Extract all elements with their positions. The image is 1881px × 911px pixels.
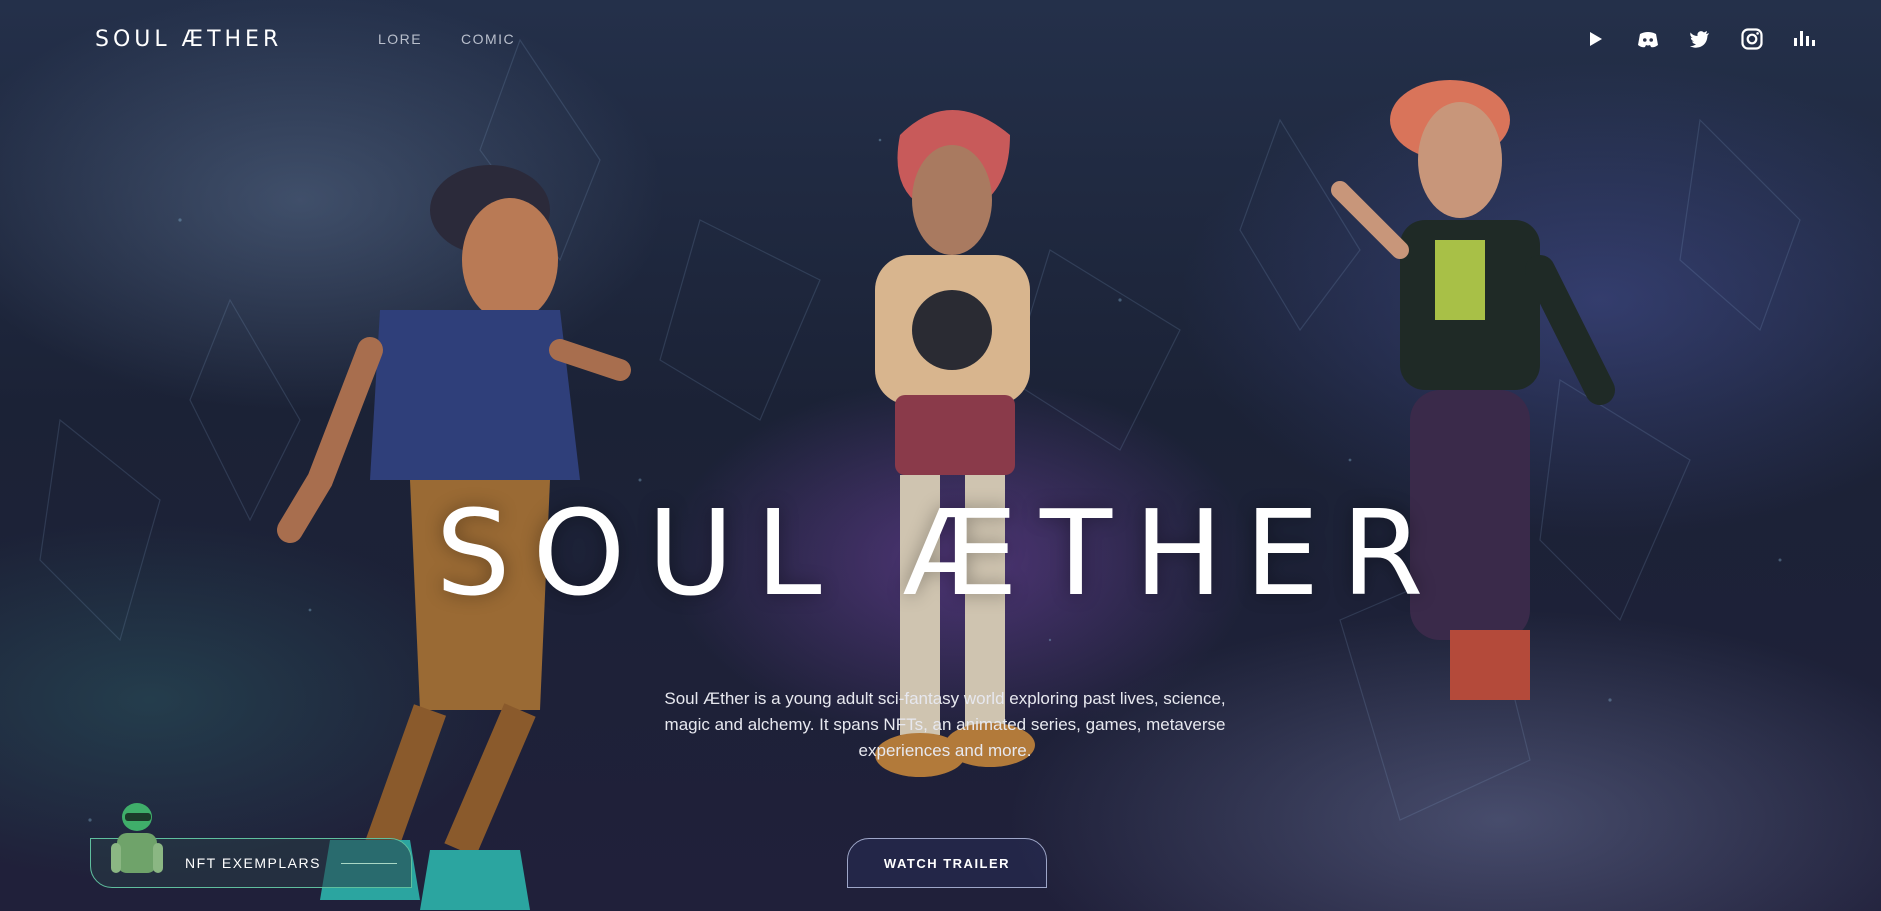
audio-bars-icon[interactable] (1791, 26, 1817, 52)
hero-description: Soul Æther is a young adult sci-fantasy … (664, 689, 1226, 760)
character-right (1331, 80, 1615, 700)
nav-comic-link[interactable]: COMIC (461, 31, 515, 47)
discord-icon[interactable] (1635, 26, 1661, 52)
nft-exemplars-button[interactable]: NFT EXEMPLARS (90, 803, 412, 888)
instagram-icon[interactable] (1739, 26, 1765, 52)
nav-lore-link[interactable]: LORE (378, 31, 422, 47)
nft-avatar-icon (111, 803, 163, 873)
top-nav: SOUL ÆTHER LORE COMIC (0, 0, 1881, 80)
watch-trailer-button[interactable]: WATCH TRAILER (847, 838, 1047, 888)
site-logo[interactable]: SOUL ÆTHER (95, 27, 282, 52)
play-icon[interactable] (1582, 26, 1608, 52)
hero-title: SOUL ÆTHER (435, 484, 1446, 622)
twitter-icon[interactable] (1687, 26, 1713, 52)
nft-exemplars-label: NFT EXEMPLARS (185, 855, 321, 871)
nft-divider-line (341, 863, 397, 864)
